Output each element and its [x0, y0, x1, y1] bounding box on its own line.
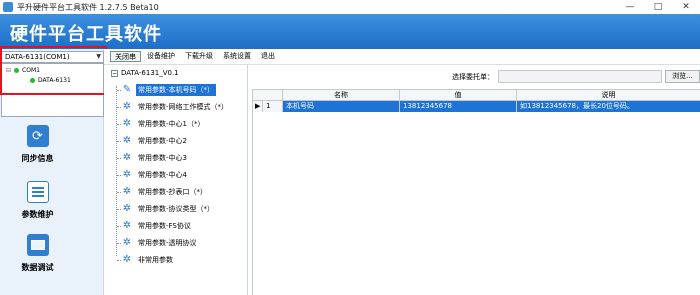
tree-node[interactable]: ✲ 常用参数-中心4: [117, 168, 189, 182]
row-header-corner: [253, 90, 283, 101]
parameter-tree: − DATA-6131_V0.1 ✎ 常用参数-本机号码（*） ✲ 常用参数-网…: [104, 65, 248, 295]
app-banner: 硬件平台工具软件: [0, 14, 700, 49]
column-header-description[interactable]: 说明: [517, 90, 700, 101]
sidebar-item-parameters[interactable]: 参数维护: [0, 181, 75, 220]
column-header-name[interactable]: 名称: [283, 90, 400, 101]
tree-node-label: 常用参数-网络工作模式（*）: [138, 103, 229, 111]
gear-icon: ✲: [122, 118, 132, 129]
monitor-icon: [26, 234, 49, 256]
tree-node-label: 常用参数-中心2: [138, 137, 187, 145]
tree-node[interactable]: ✲ 常用参数-协议类型（*）: [117, 202, 216, 216]
close-button[interactable]: ✕: [672, 0, 700, 14]
cell-name[interactable]: 本机号码: [283, 101, 400, 112]
tree-node[interactable]: ✲ 常用参数-中心2: [117, 134, 189, 148]
tree-node-label: 非常用参数: [138, 256, 173, 264]
tree-node-label: 常用参数-协议类型（*）: [138, 205, 215, 213]
tree-node[interactable]: ✲ 常用参数-FS协议: [117, 219, 193, 233]
tree-node[interactable]: ✲ 常用参数-透明协议: [117, 236, 199, 250]
exit-menu[interactable]: 退出: [257, 51, 279, 62]
table-row[interactable]: ▶ 1 本机号码 13812345678 如13812345678，最长20位号…: [253, 101, 700, 112]
close-port-button[interactable]: 关闭串: [110, 51, 141, 62]
tree-node-label: 常用参数-中心3: [138, 154, 187, 162]
tree-node-label: 常用参数-本机号码（*）: [136, 84, 217, 96]
delegate-label: 选择委托单：: [452, 73, 494, 81]
gear-icon: ✲: [122, 152, 132, 163]
tree-node[interactable]: ✲ 常用参数-中心3: [117, 151, 189, 165]
column-header-value[interactable]: 值: [400, 90, 517, 101]
device-maintenance-menu[interactable]: 设备维护: [143, 51, 179, 62]
window-controls: — □ ✕: [616, 0, 700, 14]
tree-node[interactable]: ✲ 常用参数-抄表口（*）: [117, 185, 209, 199]
grid-header: 名称 值 说明: [253, 90, 700, 101]
delegate-input[interactable]: [498, 70, 662, 83]
gear-icon: ✲: [122, 220, 132, 231]
app-icon: [3, 2, 13, 12]
collapse-icon[interactable]: −: [111, 69, 118, 77]
gear-icon: ✲: [122, 169, 132, 180]
gear-icon: ✲: [122, 186, 132, 197]
tree-node[interactable]: ✲ 常用参数-中心1（*）: [117, 117, 206, 131]
window-title: 平升硬件平台工具软件 1.2.7.5 Beta10: [17, 2, 159, 12]
title-bar: 平升硬件平台工具软件 1.2.7.5 Beta10 — □ ✕: [0, 0, 700, 14]
gear-icon: ✲: [122, 135, 132, 146]
banner-title: 硬件平台工具软件: [10, 24, 162, 45]
tree-root-label: DATA-6131_V0.1: [121, 69, 179, 77]
maximize-button[interactable]: □: [644, 0, 672, 14]
sidebar-item-label: 同步信息: [21, 154, 54, 163]
tree-node[interactable]: ✲ 非常用参数: [117, 253, 175, 267]
minimize-button[interactable]: —: [616, 0, 644, 14]
download-upgrade-menu[interactable]: 下载升级: [181, 51, 217, 62]
cell-description[interactable]: 如13812345678，最长20位号码。: [517, 101, 700, 112]
system-settings-menu[interactable]: 系统设置: [219, 51, 255, 62]
gear-icon: ✲: [122, 237, 132, 248]
tree-node-label: 常用参数-中心4: [138, 171, 187, 179]
highlight-box: [0, 46, 107, 95]
tree-node[interactable]: ✎ 常用参数-本机号码（*）: [117, 83, 217, 97]
gear-icon: ✲: [122, 101, 132, 112]
pencil-icon: ✎: [122, 84, 132, 95]
browse-button[interactable]: 浏览...: [665, 70, 700, 83]
gear-icon: ✲: [122, 254, 132, 265]
tree-node-label: 常用参数-FS协议: [138, 222, 191, 230]
parameter-grid: 名称 值 说明 ▶ 1 本机号码 13812345678 如1381234567…: [252, 89, 700, 295]
tree-node[interactable]: ✲ 常用参数-网络工作模式（*）: [117, 100, 230, 114]
parameters-icon: [26, 181, 49, 203]
row-index: 1: [263, 101, 283, 112]
tree-node-label: 常用参数-透明协议: [138, 239, 197, 247]
sync-icon: ⟳: [26, 125, 49, 147]
tree-node-label: 常用参数-中心1（*）: [138, 120, 205, 128]
tree-root[interactable]: − DATA-6131_V0.1: [111, 69, 179, 77]
sidebar-item-sync[interactable]: ⟳ 同步信息: [0, 125, 75, 164]
gear-icon: ✲: [122, 203, 132, 214]
sidebar-item-label: 数据调试: [21, 263, 54, 272]
cell-value[interactable]: 13812345678: [400, 101, 517, 112]
row-indicator-icon: ▶: [253, 101, 263, 112]
tree-node-label: 常用参数-抄表口（*）: [138, 188, 208, 196]
toolbar: 关闭串 设备维护 下载升级 系统设置 退出: [104, 49, 700, 65]
sidebar-item-label: 参数维护: [21, 210, 54, 219]
sidebar-item-debug[interactable]: 数据调试: [0, 234, 75, 273]
